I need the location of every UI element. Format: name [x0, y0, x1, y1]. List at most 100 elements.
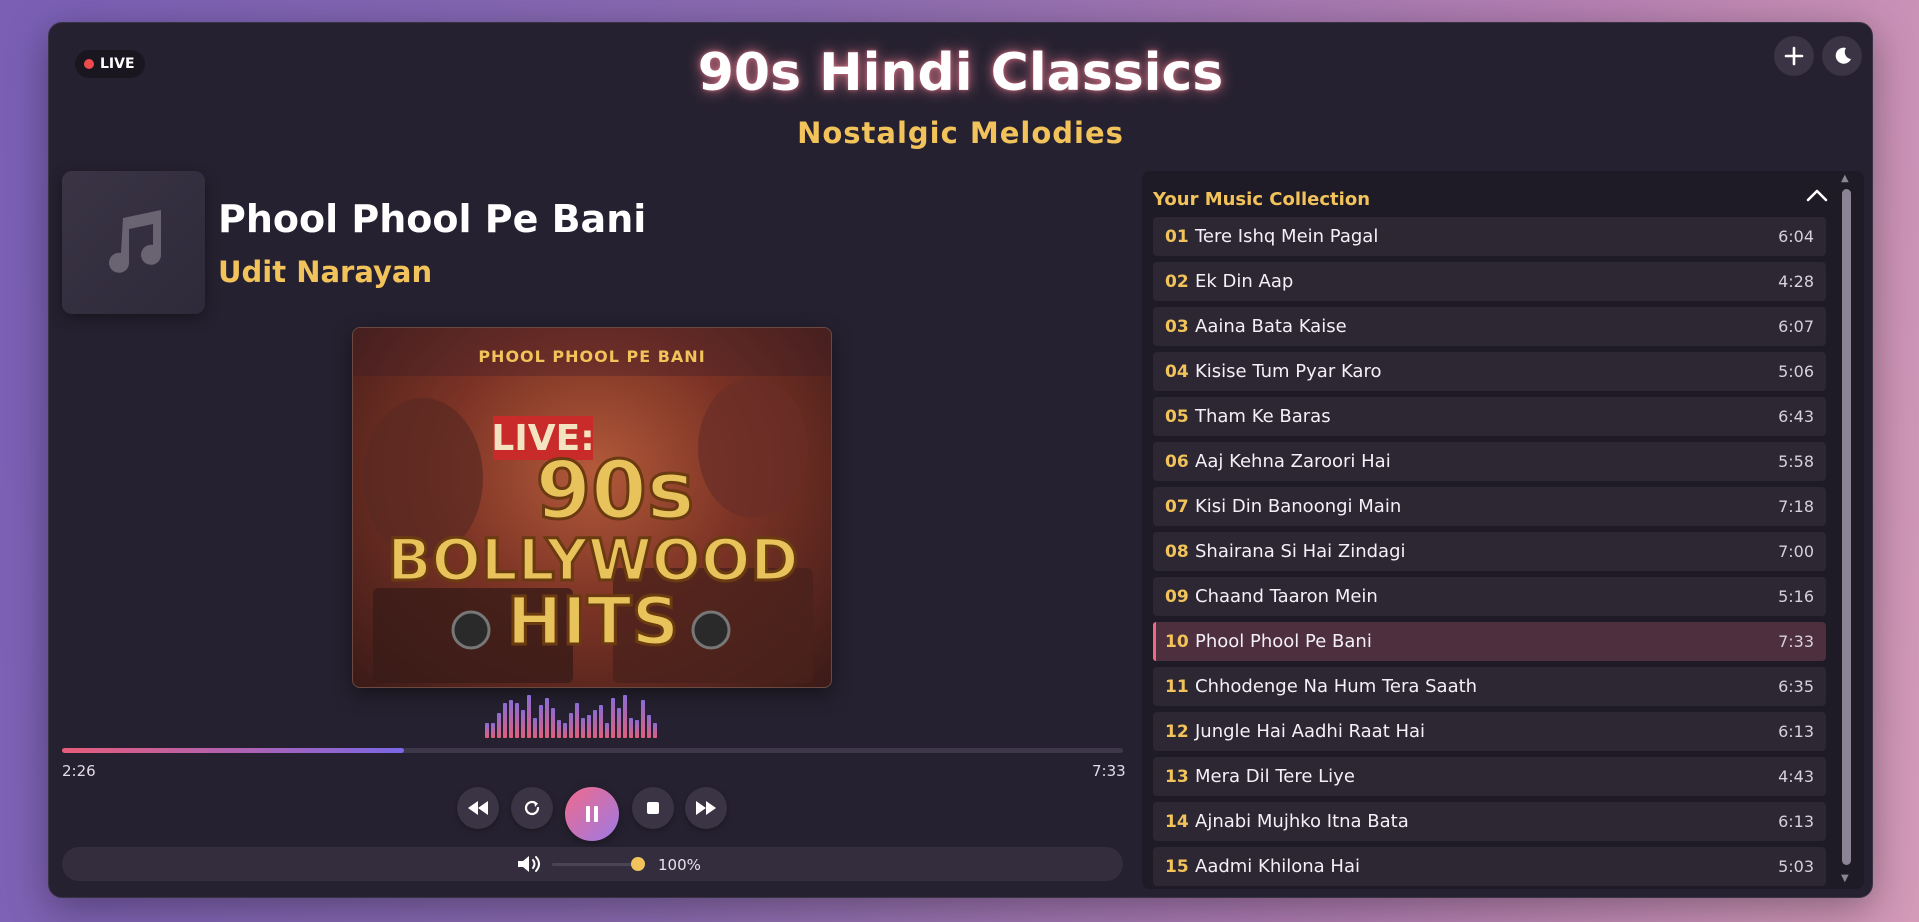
chevron-up-icon	[1806, 189, 1828, 202]
track-number: 11	[1165, 676, 1189, 697]
now-playing-artist: Udit Narayan	[218, 255, 433, 289]
volume-percent: 100%	[658, 856, 701, 874]
track-duration: 6:13	[1778, 722, 1814, 741]
progress-fill	[62, 748, 404, 753]
visualizer-bar	[569, 713, 573, 738]
visualizer-bar	[533, 718, 537, 738]
track-duration: 4:28	[1778, 272, 1814, 291]
track-duration: 7:33	[1778, 632, 1814, 651]
track-number: 14	[1165, 811, 1189, 832]
music-note-icon	[108, 209, 161, 273]
visualizer-bar	[653, 723, 657, 738]
repeat-icon	[524, 800, 540, 816]
cover-90s-text: 90s	[536, 444, 695, 537]
visualizer-bar	[647, 715, 651, 738]
speaker-icon	[518, 856, 540, 872]
volume-knob[interactable]	[631, 857, 645, 871]
visualizer-bar	[593, 710, 597, 738]
track-duration: 5:58	[1778, 452, 1814, 471]
playlist-item[interactable]: 08 Shairana Si Hai Zindagi 7:00	[1153, 532, 1826, 571]
progress-bar[interactable]	[62, 748, 1123, 753]
visualizer-bar	[605, 723, 609, 738]
track-duration: 7:00	[1778, 542, 1814, 561]
visualizer-bar	[503, 703, 507, 738]
track-title: Tham Ke Baras	[1195, 406, 1331, 427]
track-title: Mera Dil Tere Liye	[1195, 766, 1355, 787]
playlist-item[interactable]: 03 Aaina Bata Kaise 6:07	[1153, 307, 1826, 346]
scroll-down-arrow[interactable]: ▼	[1841, 873, 1849, 884]
page-title: 90s Hindi Classics	[697, 43, 1224, 103]
playlist-item[interactable]: 01 Tere Ishq Mein Pagal 6:04	[1153, 217, 1826, 256]
playlist-item[interactable]: 04 Kisise Tum Pyar Karo 5:06	[1153, 352, 1826, 391]
visualizer-bar	[527, 695, 531, 738]
playlist-item[interactable]: 14 Ajnabi Mujhko Itna Bata 6:13	[1153, 802, 1826, 841]
playlist-item[interactable]: 07 Kisi Din Banoongi Main 7:18	[1153, 487, 1826, 526]
track-number: 13	[1165, 766, 1189, 787]
playlist: 01 Tere Ishq Mein Pagal 6:04 02 Ek Din Aap 4:…	[1153, 217, 1826, 889]
track-duration: 6:07	[1778, 317, 1814, 336]
playlist-item[interactable]: 06 Aaj Kehna Zaroori Hai 5:58	[1153, 442, 1826, 481]
player-window: LIVE 90s Hindi Classics Nostalgic Melodi…	[48, 22, 1873, 898]
cover-art: LIVE: 90s BOLLYWOOD HITS	[363, 378, 813, 683]
visualizer-bar	[491, 723, 495, 738]
track-title: Shairana Si Hai Zindagi	[1195, 541, 1406, 562]
visualizer-bar	[497, 713, 501, 738]
playlist-item[interactable]: 11 Chhodenge Na Hum Tera Saath 6:35	[1153, 667, 1826, 706]
track-number: 08	[1165, 541, 1189, 562]
track-number: 03	[1165, 316, 1189, 337]
track-duration: 5:16	[1778, 587, 1814, 606]
visualizer-bar	[575, 703, 579, 738]
track-duration: 6:13	[1778, 812, 1814, 831]
volume-bar: 100%	[62, 847, 1123, 881]
visualizer-bar	[635, 720, 639, 738]
track-number: 10	[1165, 631, 1189, 652]
track-duration: 4:43	[1778, 767, 1814, 786]
track-number: 01	[1165, 226, 1189, 247]
track-number: 05	[1165, 406, 1189, 427]
visualizer-bar	[581, 718, 585, 738]
visualizer-bar	[629, 718, 633, 738]
fast-forward-button[interactable]	[685, 787, 727, 829]
track-title: Ek Din Aap	[1195, 271, 1294, 292]
visualizer-bar	[509, 700, 513, 738]
track-title: Ajnabi Mujhko Itna Bata	[1195, 811, 1409, 832]
playlist-item[interactable]: 13 Mera Dil Tere Liye 4:43	[1153, 757, 1826, 796]
volume-slider[interactable]	[552, 863, 642, 866]
playlist-item[interactable]: 15 Aadmi Khilona Hai 5:03	[1153, 847, 1826, 886]
track-title: Aaj Kehna Zaroori Hai	[1195, 451, 1391, 472]
playlist-item[interactable]: 09 Chaand Taaron Mein 5:16	[1153, 577, 1826, 616]
visualizer-bar	[587, 715, 591, 738]
visualizer-bar	[521, 710, 525, 738]
track-duration: 5:03	[1778, 857, 1814, 876]
visualizer-bar	[617, 708, 621, 738]
total-time: 7:33	[1092, 762, 1126, 780]
collapse-button[interactable]	[1806, 187, 1828, 206]
pause-button[interactable]	[565, 787, 619, 841]
playlist-item[interactable]: 10 Phool Phool Pe Bani 7:33	[1153, 622, 1826, 661]
visualizer-bar	[623, 695, 627, 738]
rewind-icon	[468, 801, 488, 815]
mute-button[interactable]	[516, 854, 544, 878]
track-duration: 5:06	[1778, 362, 1814, 381]
visualizer-bar	[563, 723, 567, 738]
cover-hits-text: HITS	[507, 583, 679, 660]
visualizer-bar	[557, 720, 561, 738]
scrollbar-thumb[interactable]	[1842, 189, 1851, 865]
playlist-panel: Your Music Collection 01 Tere Ishq Mein P…	[1142, 171, 1864, 889]
scroll-up-arrow[interactable]: ▲	[1841, 173, 1849, 184]
repeat-button[interactable]	[511, 787, 553, 829]
track-thumbnail	[62, 171, 205, 314]
track-number: 06	[1165, 451, 1189, 472]
track-title: Phool Phool Pe Bani	[1195, 631, 1372, 652]
track-title: Aadmi Khilona Hai	[1195, 856, 1360, 877]
visualizer-bar	[551, 708, 555, 738]
playlist-item[interactable]: 12 Jungle Hai Aadhi Raat Hai 6:13	[1153, 712, 1826, 751]
now-playing-title: Phool Phool Pe Bani	[218, 197, 647, 241]
track-number: 15	[1165, 856, 1189, 877]
stop-button[interactable]	[632, 787, 674, 829]
playlist-item[interactable]: 02 Ek Din Aap 4:28	[1153, 262, 1826, 301]
playlist-scrollbar[interactable]: ▲ ▼	[1837, 171, 1857, 889]
playlist-item[interactable]: 05 Tham Ke Baras 6:43	[1153, 397, 1826, 436]
visualizer-bar	[611, 698, 615, 738]
rewind-button[interactable]	[457, 787, 499, 829]
